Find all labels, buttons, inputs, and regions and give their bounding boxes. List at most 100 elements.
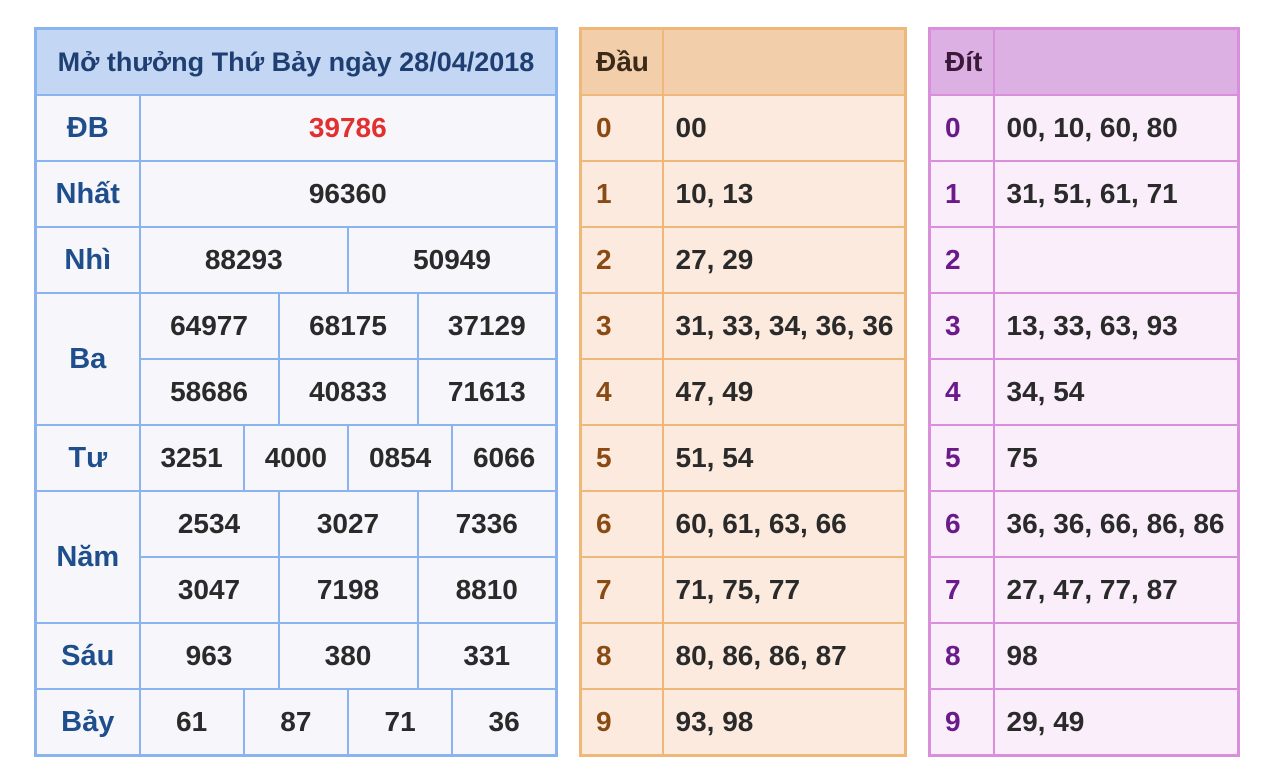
dit-key: 8 <box>928 622 995 690</box>
dit-key: 7 <box>928 556 995 624</box>
dit-row: 4 34, 54 <box>928 358 1240 426</box>
dau-values: 00 <box>661 94 907 162</box>
row-db: ĐB 39786 <box>34 94 558 162</box>
dit-values: 31, 51, 61, 71 <box>992 160 1240 228</box>
rank-label-db: ĐB <box>34 94 141 162</box>
dau-header-empty <box>661 27 907 96</box>
prize-number: 7198 <box>277 556 419 624</box>
dau-values: 27, 29 <box>661 226 907 294</box>
dit-key: 1 <box>928 160 995 228</box>
dit-header-row: Đít <box>928 27 1240 96</box>
dau-header: Đầu <box>579 27 664 96</box>
prize-number: 3251 <box>138 424 245 492</box>
dau-row: 7 71, 75, 77 <box>579 556 907 624</box>
rank-label-bay: Bảy <box>34 688 141 757</box>
dit-row: 3 13, 33, 63, 93 <box>928 292 1240 360</box>
dau-key: 8 <box>579 622 664 690</box>
dau-row: 9 93, 98 <box>579 688 907 757</box>
dau-values: 51, 54 <box>661 424 907 492</box>
dit-key: 0 <box>928 94 995 162</box>
row-bay: Bảy 61 87 71 36 <box>34 688 558 757</box>
dit-values: 98 <box>992 622 1240 690</box>
dit-values: 36, 36, 66, 86, 86 <box>992 490 1240 558</box>
prize-number: 8810 <box>416 556 558 624</box>
dit-values: 29, 49 <box>992 688 1240 757</box>
prize-number: 68175 <box>277 292 419 360</box>
row-sau: Sáu 963 380 331 <box>34 622 558 690</box>
dau-table: Đầu 0 00 1 10, 13 2 27, 29 3 31, 33, 34, 36,… <box>579 27 907 757</box>
dau-key: 7 <box>579 556 664 624</box>
dit-values: 00, 10, 60, 80 <box>992 94 1240 162</box>
dit-row: 9 29, 49 <box>928 688 1240 757</box>
dit-row: 2 <box>928 226 1240 294</box>
dau-row: 3 31, 33, 34, 36, 36 <box>579 292 907 360</box>
prize-number: 61 <box>138 688 245 757</box>
dau-values: 71, 75, 77 <box>661 556 907 624</box>
prize-number: 58686 <box>138 358 280 426</box>
dau-row: 5 51, 54 <box>579 424 907 492</box>
dau-row: 6 60, 61, 63, 66 <box>579 490 907 558</box>
prize-number: 40833 <box>277 358 419 426</box>
rank-label-nhat: Nhất <box>34 160 141 228</box>
dit-key: 3 <box>928 292 995 360</box>
special-prize-number: 39786 <box>138 94 558 162</box>
dau-key: 9 <box>579 688 664 757</box>
dit-header-empty <box>992 27 1240 96</box>
prize-number: 3027 <box>277 490 419 558</box>
dau-values: 60, 61, 63, 66 <box>661 490 907 558</box>
prize-number: 331 <box>416 622 558 690</box>
dit-values: 34, 54 <box>992 358 1240 426</box>
dau-row: 8 80, 86, 86, 87 <box>579 622 907 690</box>
prize-number: 36 <box>451 688 558 757</box>
dit-key: 5 <box>928 424 995 492</box>
dit-row: 5 75 <box>928 424 1240 492</box>
dit-key: 6 <box>928 490 995 558</box>
results-title: Mở thưởng Thứ Bảy ngày 28/04/2018 <box>34 27 558 96</box>
dau-values: 10, 13 <box>661 160 907 228</box>
row-nam-1: Năm 2534 3027 7336 <box>34 490 558 624</box>
row-nhat: Nhất 96360 <box>34 160 558 228</box>
dau-values: 47, 49 <box>661 358 907 426</box>
dit-header: Đít <box>928 27 995 96</box>
dit-row: 6 36, 36, 66, 86, 86 <box>928 490 1240 558</box>
dit-row: 8 98 <box>928 622 1240 690</box>
prize-number: 2534 <box>138 490 280 558</box>
dit-table: Đít 0 00, 10, 60, 80 1 31, 51, 61, 71 2 31… <box>928 27 1240 757</box>
prize-number: 87 <box>242 688 350 757</box>
prize-number: 50949 <box>347 226 558 294</box>
row-nhi: Nhì 88293 50949 <box>34 226 558 294</box>
rank-label-tu: Tư <box>34 424 141 492</box>
dau-key: 0 <box>579 94 664 162</box>
rank-label-sau: Sáu <box>34 622 141 690</box>
row-ba-1: Ba 64977 68175 37129 <box>34 292 558 426</box>
dit-key: 4 <box>928 358 995 426</box>
prize-number: 963 <box>138 622 280 690</box>
dau-key: 1 <box>579 160 664 228</box>
dau-key: 4 <box>579 358 664 426</box>
prize-number: 71 <box>346 688 454 757</box>
dau-row: 0 00 <box>579 94 907 162</box>
prize-number: 71613 <box>416 358 558 426</box>
dit-key: 9 <box>928 688 995 757</box>
prize-number: 4000 <box>242 424 350 492</box>
dau-values: 31, 33, 34, 36, 36 <box>661 292 907 360</box>
dau-row: 1 10, 13 <box>579 160 907 228</box>
rank-label-nam: Năm <box>34 490 141 624</box>
dau-values: 80, 86, 86, 87 <box>661 622 907 690</box>
prize-number: 88293 <box>138 226 349 294</box>
dit-row: 0 00, 10, 60, 80 <box>928 94 1240 162</box>
rank-label-ba: Ba <box>34 292 141 426</box>
dau-row: 2 27, 29 <box>579 226 907 294</box>
dit-key: 2 <box>928 226 995 294</box>
prize-number: 7336 <box>416 490 558 558</box>
prize-number: 3047 <box>138 556 280 624</box>
dit-values: 13, 33, 63, 93 <box>992 292 1240 360</box>
dit-row: 7 27, 47, 77, 87 <box>928 556 1240 624</box>
prize-number: 37129 <box>416 292 558 360</box>
prize-number: 6066 <box>451 424 558 492</box>
dit-values: 27, 47, 77, 87 <box>992 556 1240 624</box>
dau-key: 5 <box>579 424 664 492</box>
prize-number: 96360 <box>138 160 558 228</box>
dau-row: 4 47, 49 <box>579 358 907 426</box>
results-table: Mở thưởng Thứ Bảy ngày 28/04/2018 ĐB 397… <box>34 27 558 757</box>
